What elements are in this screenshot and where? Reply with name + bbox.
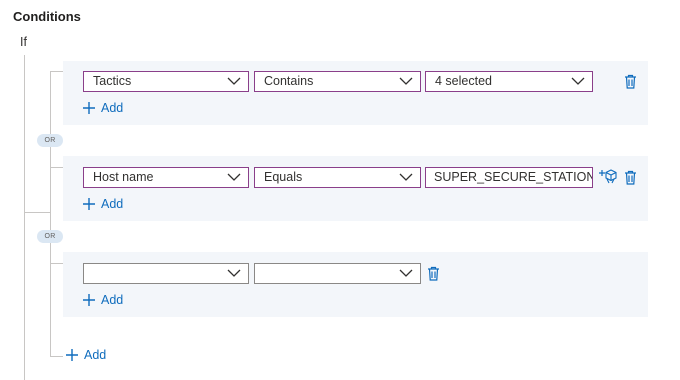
operator-dropdown[interactable] bbox=[254, 263, 421, 284]
rail-tick-2 bbox=[50, 167, 63, 168]
add-label: Add bbox=[101, 101, 124, 115]
condition-group-3: Add bbox=[63, 252, 648, 317]
value-dropdown[interactable]: 4 selected bbox=[425, 71, 593, 92]
condition-group-1: Tactics Contains 4 selected Add bbox=[63, 61, 648, 125]
outer-rail bbox=[24, 55, 25, 380]
trash-icon[interactable] bbox=[427, 266, 440, 281]
chevron-down-icon bbox=[399, 173, 413, 181]
rail-tick-3 bbox=[50, 263, 63, 264]
chevron-down-icon bbox=[227, 173, 241, 181]
add-condition-button[interactable]: Add bbox=[83, 197, 123, 211]
add-label: Add bbox=[101, 197, 124, 211]
trash-icon[interactable] bbox=[624, 170, 637, 185]
chevron-down-icon bbox=[227, 77, 241, 85]
or-rail bbox=[50, 71, 51, 356]
entity-mapping-icon[interactable] bbox=[598, 168, 618, 185]
plus-icon bbox=[83, 294, 95, 306]
add-label: Add bbox=[84, 348, 107, 362]
operator-value: Equals bbox=[264, 170, 303, 184]
value-selection: 4 selected bbox=[435, 74, 492, 88]
if-label: If bbox=[20, 35, 27, 49]
outer-rail-branch bbox=[24, 212, 50, 213]
property-value: Host name bbox=[93, 170, 154, 184]
chevron-down-icon bbox=[399, 77, 413, 85]
plus-icon bbox=[66, 349, 78, 361]
rail-tick-footer bbox=[50, 356, 63, 357]
plus-icon bbox=[83, 198, 95, 210]
chevron-down-icon bbox=[227, 269, 241, 277]
property-dropdown[interactable]: Host name bbox=[83, 167, 249, 188]
operator-value: Contains bbox=[264, 74, 314, 88]
rail-tick-1 bbox=[50, 71, 63, 72]
or-badge-1: OR bbox=[37, 134, 63, 147]
value-input[interactable]: SUPER_SECURE_STATION bbox=[425, 167, 593, 188]
chevron-down-icon bbox=[399, 269, 413, 277]
trash-icon[interactable] bbox=[624, 74, 637, 89]
operator-dropdown[interactable]: Equals bbox=[254, 167, 421, 188]
condition-group-2: Host name Equals SUPER_SECURE_STATION Ad… bbox=[63, 156, 648, 221]
add-group-button[interactable]: Add bbox=[66, 348, 106, 362]
add-condition-button[interactable]: Add bbox=[83, 293, 123, 307]
add-label: Add bbox=[101, 293, 124, 307]
property-dropdown[interactable] bbox=[83, 263, 249, 284]
or-badge-2: OR bbox=[37, 230, 63, 243]
chevron-down-icon bbox=[571, 77, 585, 85]
add-condition-button[interactable]: Add bbox=[83, 101, 123, 115]
plus-icon bbox=[83, 102, 95, 114]
operator-dropdown[interactable]: Contains bbox=[254, 71, 421, 92]
value-text: SUPER_SECURE_STATION bbox=[434, 170, 593, 184]
conditions-title: Conditions bbox=[13, 9, 81, 24]
property-value: Tactics bbox=[93, 74, 132, 88]
property-dropdown[interactable]: Tactics bbox=[83, 71, 249, 92]
